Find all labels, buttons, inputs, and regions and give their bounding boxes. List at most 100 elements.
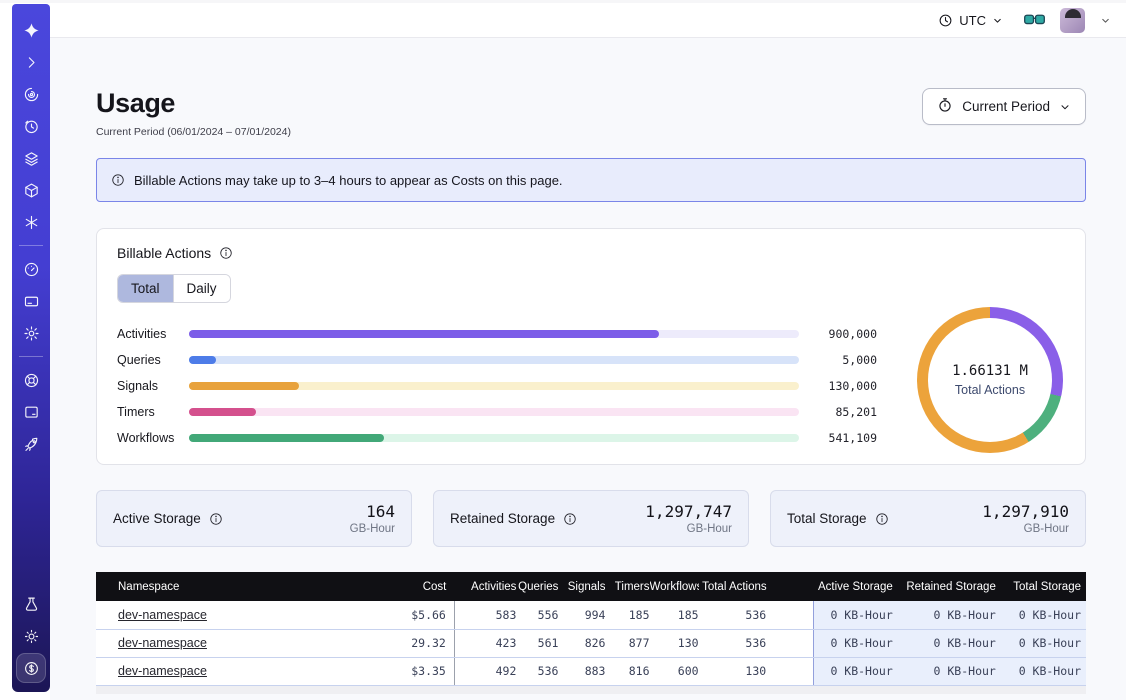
sidebar-item-docs[interactable] [16,397,46,427]
period-selector-button[interactable]: Current Period [922,88,1086,125]
cell-retained_storage: 0 KB-Hour [904,629,1007,657]
namespace-link[interactable]: dev-namespace [118,664,207,678]
storage-card-unit: GB-Hour [645,523,732,535]
bar-track [189,356,799,364]
cell-signals: 883 [558,657,605,685]
sidebar-item-getting-started[interactable] [16,429,46,459]
cell-total_actions: 130 [699,657,814,685]
column-header-cost: Cost [369,572,454,601]
info-icon[interactable] [219,246,233,260]
storage-summary-row: Active Storage164GB-HourRetained Storage… [96,490,1086,547]
cell-workflows: 130 [650,629,699,657]
banner-text: Billable Actions may take up to 3–4 hour… [134,173,563,188]
cell-activities: 423 [454,629,516,657]
billable-actions-title: Billable Actions [117,245,211,261]
bar-label: Timers [117,405,189,419]
namespace-link[interactable]: dev-namespace [118,608,207,622]
table-row: dev-namespace29.324235618268771305360 KB… [96,629,1086,657]
timezone-label: UTC [959,13,986,28]
billable-actions-card: Billable Actions TotalDaily Activities90… [96,228,1086,465]
info-banner: Billable Actions may take up to 3–4 hour… [96,158,1086,202]
sidebar-item-namespaces[interactable] [16,79,46,109]
storage-card-value: 1,297,747 [645,502,732,521]
namespace-usage-table: NamespaceCostActivitiesQueriesSignalsTim… [96,572,1086,686]
column-header-activities: Activities [454,572,516,601]
cell-cost: 29.32 [369,629,454,657]
info-icon[interactable] [875,512,889,526]
storage-card-unit: GB-Hour [982,523,1069,535]
sidebar-item-deployments[interactable] [16,175,46,205]
cell-signals: 826 [558,629,605,657]
cell-cost: $3.35 [369,657,454,685]
account-menu-chevron-icon[interactable] [1100,15,1111,26]
bar-track [189,382,799,390]
total-actions-label: Total Actions [955,383,1025,397]
temporal-logo-icon[interactable] [16,15,46,45]
page-subtitle: Current Period (06/01/2024 – 07/01/2024) [96,126,291,138]
cell-namespace: dev-namespace [96,601,369,629]
sidebar-item-usage[interactable] [16,254,46,284]
sidebar-item-billing[interactable] [16,653,46,683]
storage-card-label: Active Storage [113,511,201,526]
sidebar-item-invoices[interactable] [16,286,46,316]
column-header-retained_storage: Retained Storage [904,572,1007,601]
bar-row-workflows: Workflows541,109 [117,425,877,451]
table-scrollbar-track[interactable] [96,686,1086,694]
bar-fill [189,382,299,390]
cell-queries: 536 [516,657,558,685]
cell-timers: 877 [605,629,649,657]
tab-daily[interactable]: Daily [173,275,230,302]
column-header-signals: Signals [558,572,605,601]
column-header-namespace: Namespace [96,572,369,601]
storage-card-label: Total Storage [787,511,867,526]
bar-track [189,330,799,338]
total-actions-donut: 1.66131 M Total Actions [917,307,1063,453]
timezone-selector[interactable]: UTC [932,12,1009,29]
bar-row-signals: Signals130,000 [117,373,877,399]
sidebar-item-chevron-right[interactable] [16,47,46,77]
sidebar-item-schedules[interactable] [16,111,46,141]
sidebar [12,4,50,692]
sidebar-item-nexus[interactable] [16,207,46,237]
cell-retained_storage: 0 KB-Hour [904,657,1007,685]
sidebar-divider [19,356,43,357]
cell-timers: 816 [605,657,649,685]
storage-card-label: Retained Storage [450,511,555,526]
user-avatar[interactable] [1060,8,1085,33]
bar-value: 541,109 [813,431,877,445]
page-header: Usage Current Period (06/01/2024 – 07/01… [96,88,1086,138]
namespace-link[interactable]: dev-namespace [118,636,207,650]
sidebar-item-batch-operations[interactable] [16,143,46,173]
bar-value: 85,201 [813,405,877,419]
bar-label: Signals [117,379,189,393]
storage-card-unit: GB-Hour [350,523,395,535]
column-header-total_storage: Total Storage [1007,572,1086,601]
bar-fill [189,434,384,442]
page-title: Usage [96,88,291,119]
glasses-icon[interactable] [1024,14,1045,27]
sidebar-item-settings[interactable] [16,318,46,348]
sidebar-item-labs[interactable] [16,589,46,619]
column-header-total_actions: Total Actions [699,572,814,601]
bar-label: Activities [117,327,189,341]
tab-total[interactable]: Total [118,275,173,302]
storage-card-value: 1,297,910 [982,502,1069,521]
sidebar-divider [19,245,43,246]
bar-fill [189,356,216,364]
bar-track [189,434,799,442]
sidebar-item-support[interactable] [16,365,46,395]
column-header-active_storage: Active Storage [814,572,904,601]
cell-active_storage: 0 KB-Hour [814,629,904,657]
info-icon[interactable] [209,512,223,526]
donut-center: 1.66131 M Total Actions [928,318,1052,442]
sidebar-item-theme-toggle[interactable] [16,621,46,651]
cell-cost: $5.66 [369,601,454,629]
info-icon[interactable] [563,512,577,526]
bar-row-timers: Timers 85,201 [117,399,877,425]
cell-retained_storage: 0 KB-Hour [904,601,1007,629]
bar-fill [189,408,256,416]
cell-activities: 583 [454,601,516,629]
column-header-workflows: Workflows [650,572,699,601]
storage-card-total-storage: Total Storage 1,297,910 GB-Hour [770,490,1086,547]
info-icon [111,173,125,187]
